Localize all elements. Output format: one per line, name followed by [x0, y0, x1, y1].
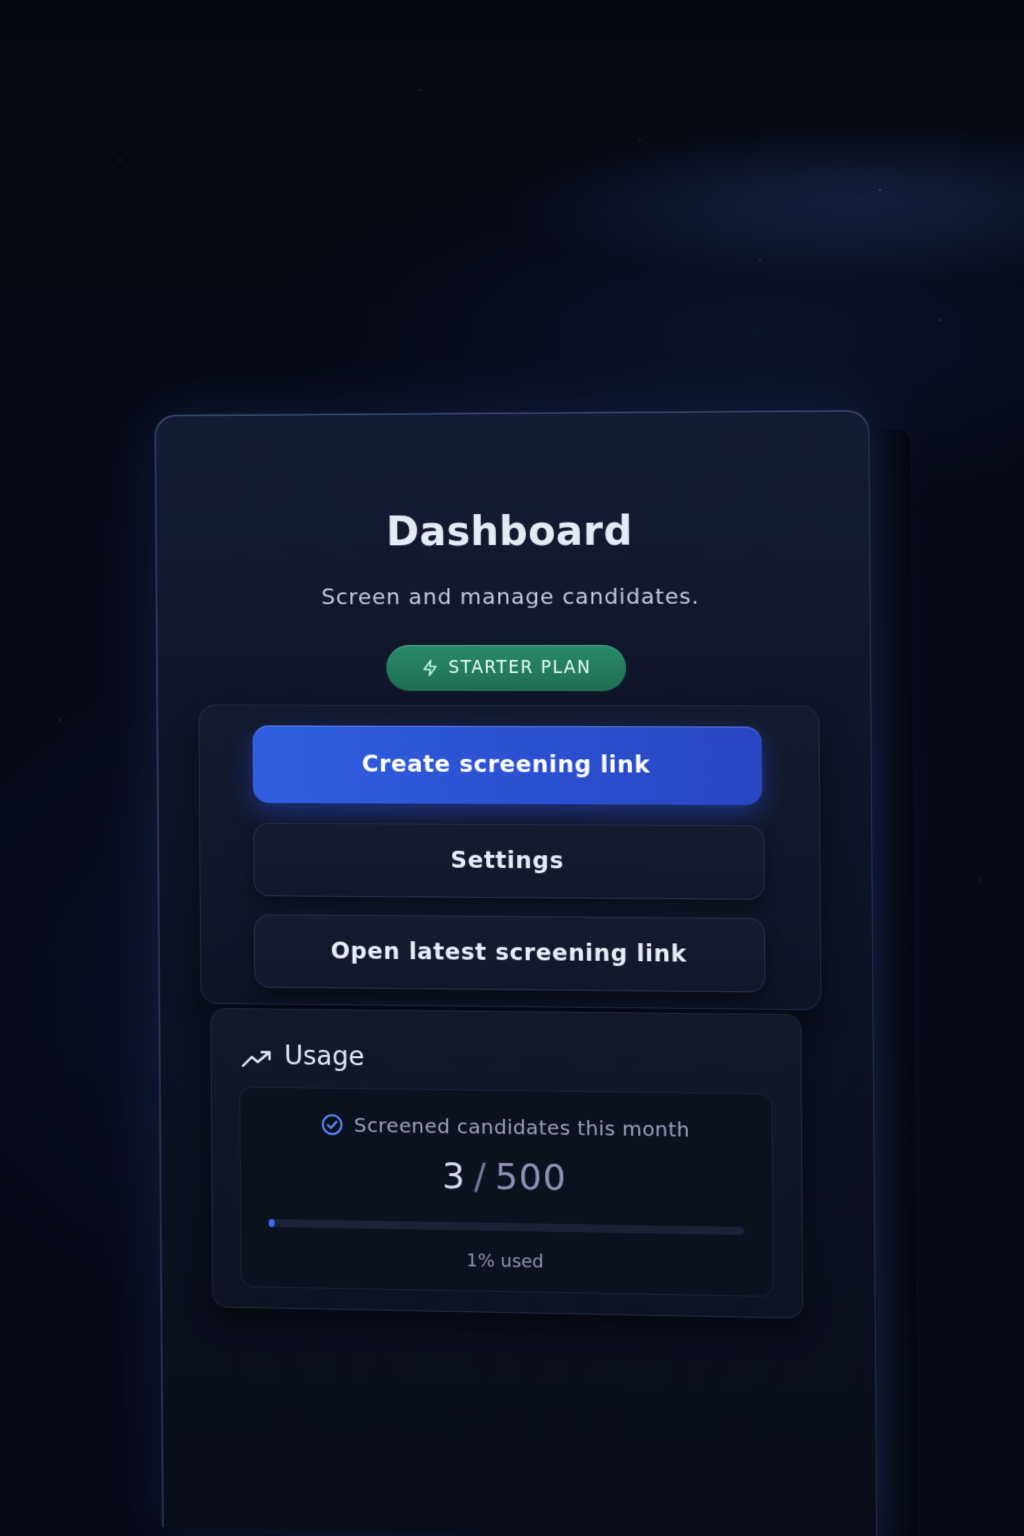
check-circle-icon	[320, 1112, 344, 1136]
metric-value: 3/500	[241, 1153, 772, 1202]
metric-used: 3	[442, 1156, 467, 1198]
device-panel: Dashboard Screen and manage candidates. …	[154, 409, 919, 1536]
usage-progress-text: 1% used	[466, 1250, 544, 1273]
create-screening-link-button[interactable]: Create screening link	[252, 725, 763, 806]
page-subtitle: Screen and manage candidates.	[321, 584, 700, 611]
open-latest-screening-link-button[interactable]: Open latest screening link	[253, 914, 766, 993]
background-scene: Dashboard Screen and manage candidates. …	[0, 0, 1024, 1536]
metric-separator: /	[473, 1156, 488, 1198]
metric-label-row: Screened candidates this month	[240, 1111, 771, 1142]
settings-button[interactable]: Settings	[253, 822, 765, 900]
metric-total: 500	[494, 1156, 567, 1199]
plan-badge: STARTER PLAN	[386, 644, 627, 692]
usage-progress-fill	[268, 1219, 275, 1228]
usage-header: Usage	[241, 1041, 365, 1073]
usage-metric-box: Screened candidates this month 3/500 1% …	[239, 1086, 774, 1297]
bolt-icon	[421, 659, 439, 677]
usage-card: Usage Screened candidates this month 3 /…	[210, 1007, 804, 1319]
dashboard-panel: Dashboard Screen and manage candidates. …	[154, 409, 878, 1536]
plan-badge-label: STARTER PLAN	[448, 657, 592, 679]
page-title: Dashboard	[385, 508, 633, 556]
actions-card: Create screening link Settings Open late…	[198, 704, 822, 1011]
metric-label: Screened candidates this month	[353, 1112, 690, 1142]
usage-progress-bar	[268, 1219, 745, 1235]
usage-title: Usage	[284, 1041, 365, 1073]
trend-up-icon	[241, 1046, 273, 1066]
